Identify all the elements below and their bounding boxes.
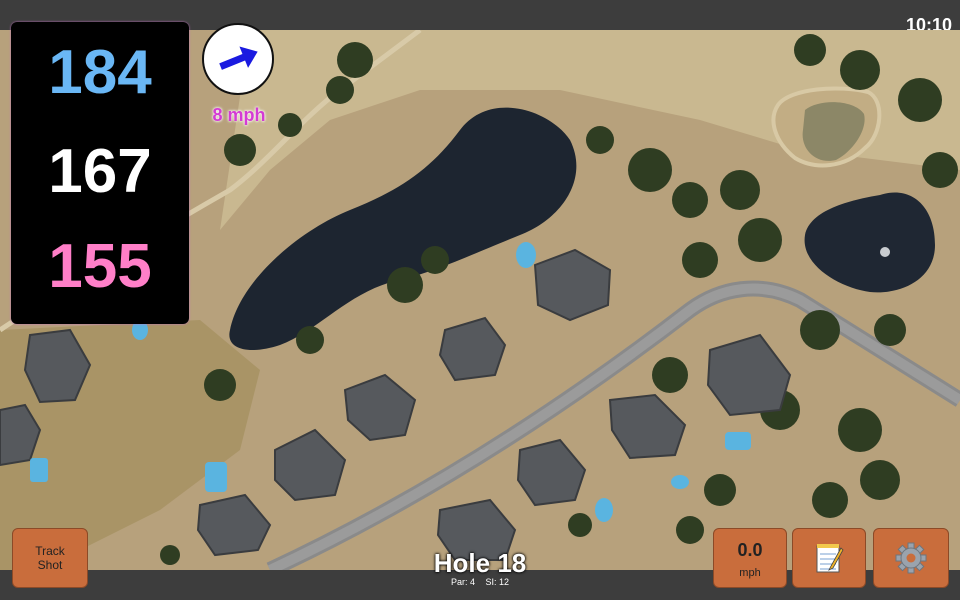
speed-unit: mph — [739, 567, 761, 579]
speed-value: 0.0 — [737, 540, 763, 560]
wind-arrow-icon — [219, 46, 258, 70]
distance-back: 184 — [48, 38, 152, 107]
wind-speed: 8 mph — [212, 105, 266, 125]
hole-info: Par: 4 SI: 12 — [380, 577, 580, 587]
distance-front: 155 — [48, 232, 152, 301]
speed-button[interactable]: 0.0 mph — [713, 528, 787, 588]
track-shot-button[interactable]: Track Shot — [12, 528, 88, 588]
wind-indicator — [202, 23, 274, 95]
hole-par: Par: 4 — [450, 577, 475, 587]
settings-button[interactable] — [873, 528, 949, 588]
track-shot-label-line2: Shot — [37, 558, 63, 572]
gear-icon — [895, 542, 927, 574]
distance-middle: 167 — [48, 137, 152, 206]
notepad-icon — [816, 544, 844, 573]
distance-panel: 184 167 155 — [11, 22, 189, 324]
hole-title: Hole 18 — [433, 548, 527, 578]
scorecard-button[interactable] — [792, 528, 866, 588]
track-shot-label-line1: Track — [35, 544, 65, 558]
hole-stroke-index: SI: 12 — [485, 577, 510, 587]
